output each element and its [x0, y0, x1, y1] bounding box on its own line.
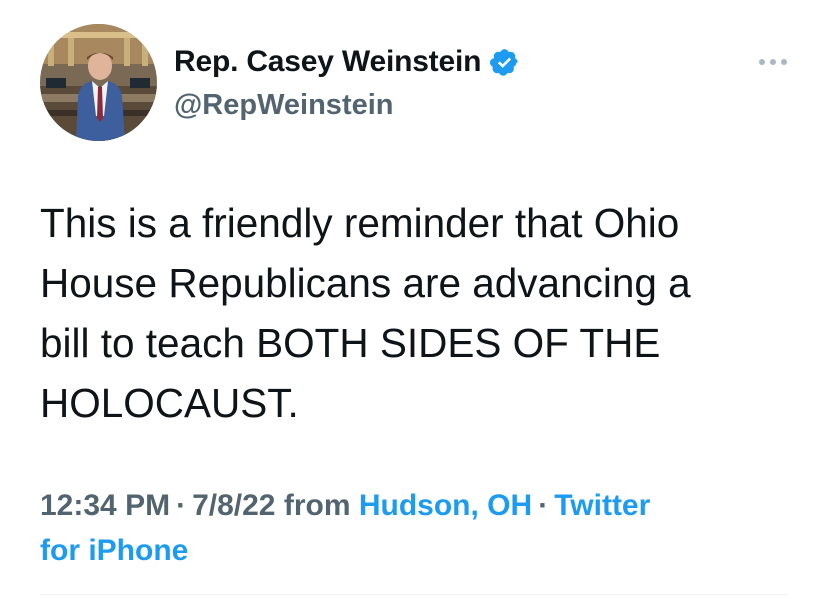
tweet-metadata: 12:34 PM · 7/8/22 from Hudson, OH · Twitter f… — [40, 483, 800, 573]
more-options-icon[interactable] — [756, 52, 790, 72]
from-label: from — [283, 489, 351, 522]
meta-separator: · — [176, 489, 187, 522]
meta-separator: · — [538, 489, 549, 522]
tweet-time[interactable]: 12:34 PM — [40, 489, 170, 522]
tweet-location-link[interactable]: Hudson, OH — [359, 489, 532, 522]
divider — [40, 594, 788, 595]
tweet-source-line1: Twitter — [554, 489, 651, 522]
tweet-card: Rep. Casey Weinstein @RepWeinstein This … — [0, 0, 828, 599]
author-avatar[interactable] — [40, 24, 157, 141]
tweet-date[interactable]: 7/8/22 — [192, 489, 275, 522]
tweet-source-line2: for iPhone — [40, 534, 189, 567]
verified-badge-icon — [489, 47, 520, 78]
avatar-photo-image — [40, 24, 157, 141]
author-name-row: Rep. Casey Weinstein — [174, 44, 520, 80]
tweet-text: This is a friendly reminder that Ohio Ho… — [40, 200, 691, 426]
author-display-name[interactable]: Rep. Casey Weinstein — [174, 44, 481, 80]
author-handle[interactable]: @RepWeinstein — [174, 88, 394, 122]
